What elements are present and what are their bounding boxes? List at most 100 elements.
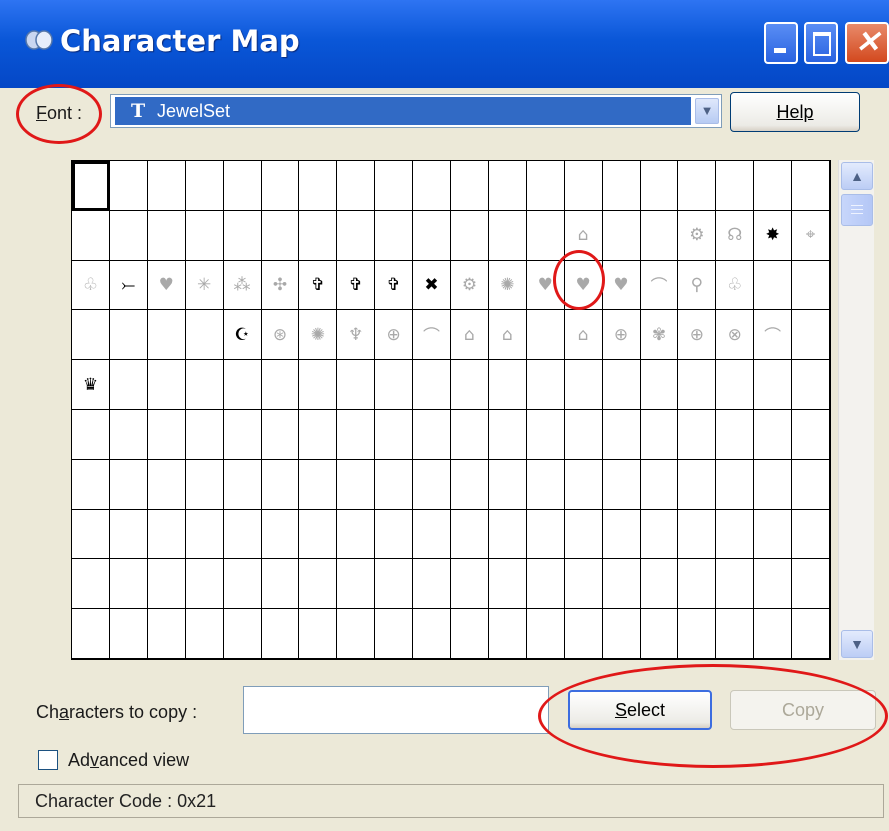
maximize-button[interactable] xyxy=(804,22,838,64)
advanced-view-label[interactable]: Advanced view xyxy=(68,750,189,771)
close-button[interactable]: ✕ xyxy=(845,22,889,64)
character-cell[interactable] xyxy=(754,509,793,560)
character-cell[interactable] xyxy=(299,509,338,560)
character-cell[interactable]: ⌒ xyxy=(640,260,679,311)
character-cell[interactable]: ⤚ xyxy=(109,260,148,311)
character-cell[interactable] xyxy=(261,210,300,261)
character-cell[interactable] xyxy=(640,559,679,610)
character-cell[interactable] xyxy=(792,310,830,361)
character-cell[interactable] xyxy=(109,360,148,410)
character-cell[interactable] xyxy=(526,409,565,460)
character-cell[interactable] xyxy=(261,409,300,460)
character-cell[interactable] xyxy=(413,509,451,560)
character-cell[interactable]: ⌒ xyxy=(413,310,451,361)
character-cell[interactable] xyxy=(451,559,489,610)
character-cell[interactable]: ♆ xyxy=(337,310,376,361)
character-cell[interactable] xyxy=(299,210,338,261)
character-cell[interactable] xyxy=(185,509,224,560)
character-cell[interactable] xyxy=(337,210,376,261)
character-cell[interactable] xyxy=(602,210,641,261)
character-cell[interactable] xyxy=(488,509,527,560)
minimize-button[interactable] xyxy=(764,22,798,64)
character-cell[interactable] xyxy=(375,459,414,510)
character-cell[interactable] xyxy=(185,559,224,610)
character-cell[interactable] xyxy=(413,161,451,211)
character-cell[interactable] xyxy=(792,161,830,211)
character-cell[interactable] xyxy=(754,360,793,410)
character-cell[interactable]: ✣ xyxy=(261,260,300,311)
character-cell[interactable] xyxy=(185,310,224,361)
character-cell[interactable] xyxy=(337,409,376,460)
scroll-up-button[interactable]: ▲ xyxy=(841,162,873,190)
character-cell[interactable] xyxy=(678,509,717,560)
character-cell[interactable] xyxy=(754,609,793,659)
scroll-thumb[interactable] xyxy=(841,194,873,226)
character-cell[interactable] xyxy=(375,609,414,659)
character-cell[interactable] xyxy=(72,210,110,261)
character-cell[interactable] xyxy=(223,559,262,610)
character-cell[interactable]: ⊗ xyxy=(716,310,755,361)
character-cell[interactable] xyxy=(413,559,451,610)
character-cell[interactable] xyxy=(526,210,565,261)
character-cell[interactable] xyxy=(564,360,603,410)
character-cell[interactable] xyxy=(451,210,489,261)
title-bar[interactable]: Character Map ✕ xyxy=(0,0,889,88)
character-cell[interactable] xyxy=(451,161,489,211)
character-cell[interactable] xyxy=(375,161,414,211)
character-cell[interactable] xyxy=(337,559,376,610)
help-button[interactable]: Help xyxy=(730,92,860,132)
character-cell[interactable] xyxy=(678,459,717,510)
character-cell[interactable]: ⁂ xyxy=(223,260,262,311)
character-cell[interactable]: ♛ xyxy=(72,360,110,410)
character-cell[interactable]: ⚙ xyxy=(678,210,717,261)
character-cell[interactable] xyxy=(109,310,148,361)
character-cell[interactable] xyxy=(185,210,224,261)
character-cell[interactable] xyxy=(337,509,376,560)
grid-scrollbar[interactable]: ▲ ▼ xyxy=(838,160,874,660)
character-cell[interactable] xyxy=(792,260,830,311)
character-cell[interactable] xyxy=(678,609,717,659)
character-cell[interactable] xyxy=(375,559,414,610)
character-cell[interactable] xyxy=(716,609,755,659)
character-cell[interactable] xyxy=(72,559,110,610)
copy-button[interactable]: Copy xyxy=(730,690,876,730)
character-cell[interactable] xyxy=(413,459,451,510)
character-cell[interactable] xyxy=(488,559,527,610)
character-cell[interactable] xyxy=(413,360,451,410)
character-cell[interactable] xyxy=(792,559,830,610)
character-cell[interactable] xyxy=(451,459,489,510)
character-cell[interactable] xyxy=(223,210,262,261)
character-cell[interactable] xyxy=(337,609,376,659)
character-cell[interactable] xyxy=(640,609,679,659)
character-cell[interactable] xyxy=(488,360,527,410)
character-cell[interactable] xyxy=(299,559,338,610)
character-cell[interactable] xyxy=(223,409,262,460)
character-cell[interactable] xyxy=(526,459,565,510)
character-cell[interactable] xyxy=(602,509,641,560)
character-cell[interactable] xyxy=(413,409,451,460)
character-cell[interactable] xyxy=(640,360,679,410)
character-cell[interactable] xyxy=(375,509,414,560)
character-cell[interactable] xyxy=(375,360,414,410)
character-cell[interactable] xyxy=(337,459,376,510)
character-cell[interactable] xyxy=(678,409,717,460)
character-cell[interactable] xyxy=(147,459,186,510)
character-cell[interactable] xyxy=(375,210,414,261)
character-cell[interactable] xyxy=(564,459,603,510)
character-cell[interactable]: ✳ xyxy=(185,260,224,311)
character-cell[interactable] xyxy=(488,210,527,261)
character-cell[interactable] xyxy=(526,559,565,610)
character-cell[interactable] xyxy=(602,360,641,410)
character-cell[interactable] xyxy=(185,409,224,460)
character-cell[interactable] xyxy=(792,360,830,410)
character-cell[interactable] xyxy=(223,459,262,510)
character-cell[interactable]: ⌂ xyxy=(564,310,603,361)
character-cell[interactable] xyxy=(109,210,148,261)
character-cell[interactable] xyxy=(792,409,830,460)
character-cell[interactable] xyxy=(109,409,148,460)
character-cell[interactable] xyxy=(754,409,793,460)
select-button[interactable]: Select xyxy=(568,690,712,730)
character-cell[interactable]: ✖ xyxy=(413,260,451,311)
character-cell[interactable] xyxy=(147,559,186,610)
character-cell[interactable] xyxy=(526,509,565,560)
